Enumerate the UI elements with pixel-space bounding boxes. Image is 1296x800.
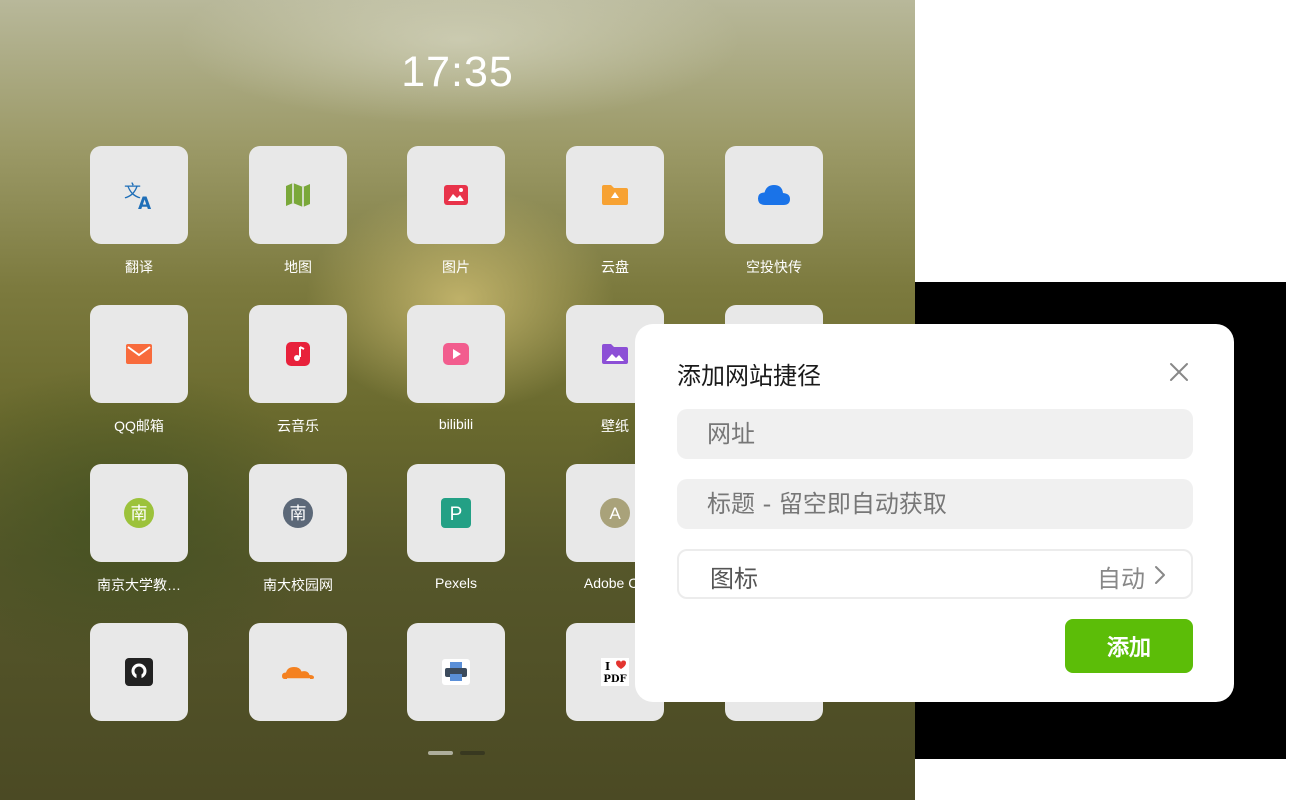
svg-text:A: A (609, 504, 621, 523)
image-icon (444, 185, 468, 205)
play-icon (443, 343, 469, 365)
app-label: 云盘 (601, 259, 629, 275)
icon-selector-label: 图标 (710, 565, 758, 593)
app-tile-cloudflare[interactable] (249, 623, 347, 721)
title-field (677, 479, 1193, 529)
music-icon (286, 342, 310, 366)
page-dot-1[interactable] (428, 751, 453, 755)
app-label: 翻译 (125, 259, 153, 275)
background-panel-top (915, 0, 1286, 282)
url-input[interactable] (677, 409, 1193, 459)
url-field (677, 409, 1193, 459)
app-tile-translate[interactable]: 文 A (90, 146, 188, 244)
app-tile-github[interactable] (90, 623, 188, 721)
app-label: 南大校园网 (263, 577, 333, 593)
svg-text:P: P (450, 504, 463, 525)
app-tile-cloud-music[interactable] (249, 305, 347, 403)
ilovepdf-icon: I PDF (601, 658, 629, 686)
svg-text:南: 南 (290, 504, 307, 524)
app-label: 南京大学教… (97, 577, 181, 593)
app-tile-airdrop[interactable] (725, 146, 823, 244)
icon-selector[interactable]: 图标 自动 (677, 549, 1193, 599)
icon-selector-value: 自动 (1097, 565, 1145, 593)
dialog-title: 添加网站捷径 (677, 362, 821, 390)
app-label: Pexels (434, 575, 478, 591)
pexels-icon: P (441, 498, 471, 528)
nju-letter-icon: 南 (124, 498, 154, 528)
title-input[interactable] (677, 479, 1193, 529)
page-dot-2[interactable] (460, 751, 485, 755)
app-label: 云音乐 (277, 418, 319, 434)
svg-text:I: I (605, 660, 610, 673)
background-panel-bottom (915, 759, 1296, 800)
mail-icon (126, 344, 152, 364)
page-indicator[interactable] (428, 751, 485, 755)
nju-campus-letter-icon: 南 (283, 498, 313, 528)
github-icon (125, 658, 153, 686)
wallpaper-icon (602, 344, 628, 364)
map-icon (286, 183, 310, 207)
app-tile-photos[interactable] (407, 146, 505, 244)
app-label: bilibili (438, 416, 474, 432)
cloud-drive-icon (602, 185, 628, 205)
app-tile-map[interactable] (249, 146, 347, 244)
app-label: 图片 (442, 259, 470, 275)
adobe-letter-icon: A (600, 498, 630, 528)
chevron-right-icon (1155, 566, 1165, 584)
cloud-icon (758, 185, 790, 205)
close-icon[interactable] (1167, 360, 1191, 384)
printer-icon (442, 659, 470, 685)
background-panel-strip (1286, 0, 1296, 759)
add-button[interactable]: 添加 (1065, 619, 1193, 673)
app-tile-pexels[interactable]: P (407, 464, 505, 562)
app-tile-bilibili[interactable] (407, 305, 505, 403)
svg-text:A: A (138, 194, 152, 212)
app-label: 空投快传 (746, 259, 802, 275)
app-tile-qq-mail[interactable] (90, 305, 188, 403)
svg-text:南: 南 (131, 504, 148, 524)
app-tile-nju-edu[interactable]: 南 (90, 464, 188, 562)
app-tile-nju-campus[interactable]: 南 (249, 464, 347, 562)
cloudflare-icon (282, 667, 314, 680)
svg-text:PDF: PDF (603, 674, 626, 685)
app-label: QQ邮箱 (114, 418, 164, 434)
translate-icon: 文 A (124, 182, 152, 212)
clock: 17:35 (401, 48, 514, 96)
app-tile-printer[interactable] (407, 623, 505, 721)
app-label: 地图 (284, 259, 312, 275)
app-tile-cloud-drive[interactable] (566, 146, 664, 244)
add-shortcut-dialog: 添加网站捷径 图标 自动 添加 (635, 324, 1234, 702)
